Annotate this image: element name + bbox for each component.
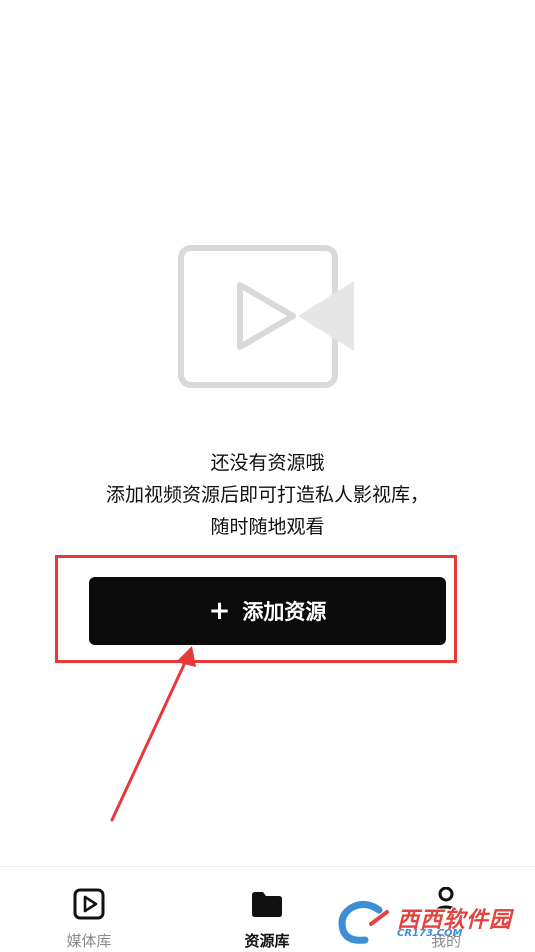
tab-media-library[interactable]: 媒体库 <box>29 867 149 952</box>
empty-title: 还没有资源哦 <box>210 452 325 474</box>
add-resource-button[interactable]: + 添加资源 <box>89 577 446 645</box>
tab-resource-library-label: 资源库 <box>244 932 290 950</box>
play-square-icon <box>73 888 105 920</box>
folder-icon <box>252 892 282 917</box>
watermark-logo: 西西软件园 CR173.COM <box>335 900 535 948</box>
watermark-url: CR173.COM <box>397 928 463 939</box>
empty-description-2: 随时随地观看 <box>210 516 325 538</box>
empty-description: 添加视频资源后即可打造私人影视库， <box>105 484 429 506</box>
add-resource-label: 添加资源 <box>242 600 327 624</box>
watermark-c-icon <box>338 901 389 944</box>
tab-resource-library[interactable]: 资源库 <box>207 867 327 952</box>
tab-media-library-label: 媒体库 <box>66 932 112 950</box>
plus-icon: + <box>208 596 231 626</box>
annotation-arrow <box>110 646 196 822</box>
video-camera-play-icon <box>178 245 354 388</box>
